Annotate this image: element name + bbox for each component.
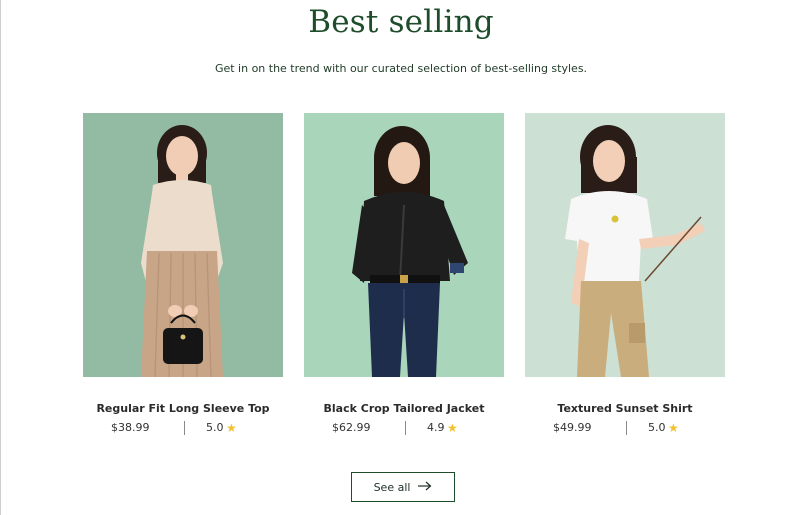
product-name[interactable]: Textured Sunset Shirt — [505, 402, 745, 415]
meta-divider — [405, 421, 406, 435]
arrow-right-icon — [418, 480, 432, 494]
product-card-textured-sunset-shirt[interactable]: Textured Sunset Shirt $49.99 5.0 ★ — [525, 113, 725, 435]
model-photo-illustration — [83, 113, 283, 377]
star-icon: ★ — [668, 421, 679, 435]
product-meta: $49.99 5.0 ★ — [525, 420, 725, 436]
product-rating: 5.0 — [206, 421, 224, 434]
section-subtitle: Get in on the trend with our curated sel… — [214, 62, 588, 75]
product-rating: 5.0 — [648, 421, 666, 434]
star-icon: ★ — [226, 421, 237, 435]
product-rating: 4.9 — [427, 421, 445, 434]
product-price: $62.99 — [332, 421, 371, 434]
product-card-black-crop-tailored-jacket[interactable]: Black Crop Tailored Jacket $62.99 4.9 ★ — [304, 113, 504, 435]
product-meta: $62.99 4.9 ★ — [304, 420, 504, 436]
product-card-regular-fit-long-sleeve-top[interactable]: Regular Fit Long Sleeve Top $38.99 5.0 ★ — [83, 113, 283, 435]
product-price: $49.99 — [553, 421, 592, 434]
product-image[interactable] — [525, 113, 725, 377]
see-all-button[interactable]: See all — [351, 472, 455, 502]
product-image[interactable] — [83, 113, 283, 377]
product-name[interactable]: Black Crop Tailored Jacket — [284, 402, 524, 415]
meta-divider — [184, 421, 185, 435]
best-selling-section: Best selling Get in on the trend with ou… — [0, 0, 800, 515]
product-meta: $38.99 5.0 ★ — [83, 420, 283, 436]
star-icon: ★ — [447, 421, 458, 435]
product-image[interactable] — [304, 113, 504, 377]
meta-divider — [626, 421, 627, 435]
product-name[interactable]: Regular Fit Long Sleeve Top — [63, 402, 303, 415]
see-all-label: See all — [373, 480, 411, 494]
model-photo-illustration — [525, 113, 725, 377]
product-price: $38.99 — [111, 421, 150, 434]
section-title: Best selling — [308, 4, 494, 40]
model-photo-illustration — [304, 113, 504, 377]
